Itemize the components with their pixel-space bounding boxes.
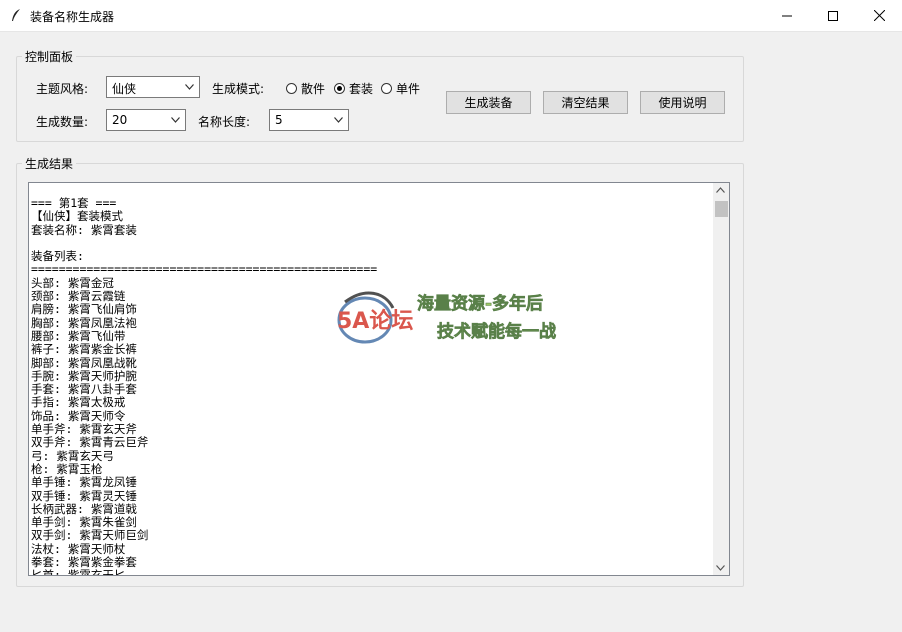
count-select-value: 20 — [112, 113, 128, 127]
mode-radio-single[interactable]: 单件 — [381, 80, 420, 97]
length-select-value: 5 — [275, 113, 283, 127]
count-select[interactable]: 20 — [106, 109, 186, 131]
help-button[interactable]: 使用说明 — [640, 91, 725, 114]
maximize-icon — [828, 10, 838, 21]
mode-label: 生成模式: — [212, 82, 265, 96]
chevron-up-icon[interactable] — [716, 187, 725, 193]
theme-select-value: 仙侠 — [112, 82, 137, 96]
chevron-down-icon — [185, 84, 194, 90]
radio-unchecked-icon — [286, 83, 297, 94]
mode-radio-label: 单件 — [396, 82, 421, 96]
minimize-button[interactable] — [764, 0, 810, 31]
generate-button[interactable]: 生成装备 — [446, 91, 531, 114]
mode-radio-label: 散件 — [301, 82, 326, 96]
control-panel-legend: 控制面板 — [25, 50, 74, 64]
close-button[interactable] — [856, 0, 902, 31]
results-panel-legend: 生成结果 — [25, 157, 74, 171]
clear-button[interactable]: 清空结果 — [543, 91, 628, 114]
theme-label: 主题风格: — [36, 82, 89, 96]
mode-radio-set[interactable]: 套装 — [334, 80, 373, 97]
chevron-down-icon — [334, 117, 343, 123]
maximize-button[interactable] — [810, 0, 856, 31]
chevron-down-icon — [171, 117, 180, 123]
close-icon — [873, 10, 885, 21]
mode-radio-scatter[interactable]: 散件 — [286, 80, 325, 97]
minimize-icon — [782, 15, 792, 16]
vertical-scrollbar[interactable] — [713, 183, 729, 575]
count-label: 生成数量: — [36, 115, 89, 129]
length-label: 名称长度: — [198, 115, 251, 129]
title-bar: 装备名称生成器 — [0, 0, 902, 32]
mode-radio-label: 套装 — [349, 82, 374, 96]
feather-icon — [12, 9, 20, 21]
chevron-down-icon[interactable] — [716, 565, 725, 571]
scrollbar-thumb[interactable] — [715, 201, 728, 217]
radio-checked-icon — [334, 83, 345, 94]
results-textarea[interactable]: === 第1套 === 【仙侠】套装模式 套装名称: 紫霄套装 装备列表: ==… — [28, 182, 730, 576]
theme-select[interactable]: 仙侠 — [106, 76, 200, 98]
results-text: === 第1套 === 【仙侠】套装模式 套装名称: 紫霄套装 装备列表: ==… — [31, 196, 378, 576]
length-select[interactable]: 5 — [269, 109, 349, 131]
radio-unchecked-icon — [381, 83, 392, 94]
window-title: 装备名称生成器 — [30, 10, 115, 24]
